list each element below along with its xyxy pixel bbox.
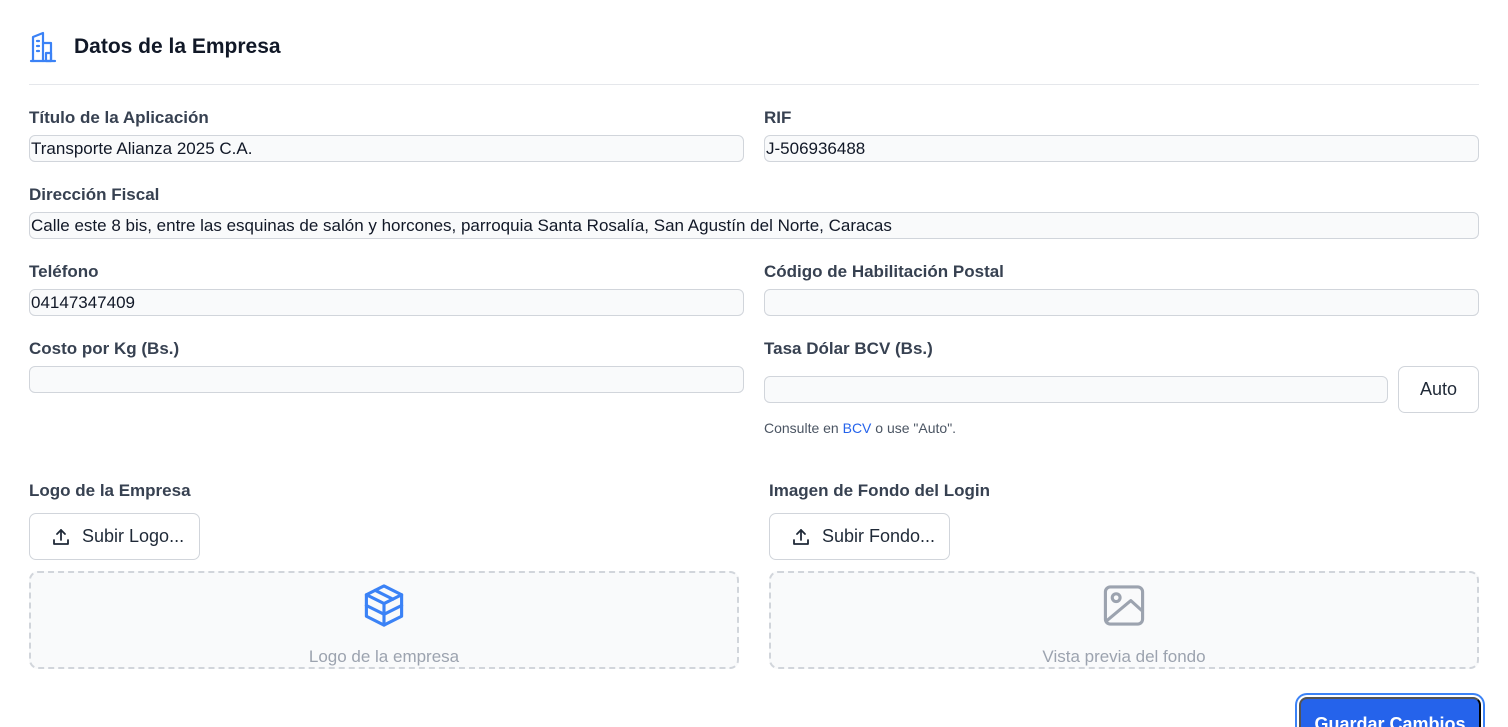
bcv-link[interactable]: BCV — [843, 420, 872, 436]
bcv-help-text: Consulte en BCV o use "Auto". — [764, 420, 956, 436]
cost-per-kg-label: Costo por Kg (Bs.) — [29, 339, 180, 358]
postal-code-input[interactable] — [764, 289, 1479, 316]
image-icon — [1103, 585, 1145, 626]
background-label: Imagen de Fondo del Login — [769, 481, 990, 500]
building-icon — [29, 31, 57, 63]
bcv-rate-input[interactable] — [764, 376, 1388, 403]
phone-label: Teléfono — [29, 262, 99, 281]
logo-preview[interactable]: Logo de la empresa — [29, 571, 739, 669]
address-input[interactable]: Calle este 8 bis, entre las esquinas de … — [29, 212, 1479, 239]
upload-logo-label: Subir Logo... — [82, 526, 185, 546]
box-icon — [364, 584, 404, 627]
upload-icon — [53, 528, 69, 545]
cost-per-kg-input[interactable] — [29, 366, 744, 393]
postal-code-label: Código de Habilitación Postal — [764, 262, 1004, 281]
upload-icon — [793, 528, 809, 545]
auto-rate-button[interactable]: Auto — [1398, 366, 1479, 413]
save-changes-button[interactable]: Guardar Cambios — [1299, 697, 1481, 727]
logo-preview-text: Logo de la empresa — [308, 647, 460, 666]
phone-input[interactable]: 04147347409 — [29, 289, 744, 316]
help-suffix: o use "Auto". — [871, 420, 957, 436]
background-preview[interactable]: Vista previa del fondo — [769, 571, 1479, 669]
upload-logo-button[interactable]: Subir Logo... — [29, 513, 200, 560]
rif-input[interactable]: J-506936488 — [764, 135, 1479, 162]
background-preview-text: Vista previa del fondo — [1042, 647, 1206, 666]
company-data-card: Datos de la Empresa Título de la Aplicac… — [0, 0, 1508, 727]
logo-label: Logo de la Empresa — [29, 481, 191, 500]
divider — [29, 84, 1479, 85]
upload-background-button[interactable]: Subir Fondo... — [769, 513, 950, 560]
app-title-input[interactable]: Transporte Alianza 2025 C.A. — [29, 135, 744, 162]
section-header: Datos de la Empresa — [29, 30, 281, 64]
rif-label: RIF — [764, 108, 792, 127]
section-title: Datos de la Empresa — [74, 35, 281, 58]
help-prefix: Consulte en — [764, 420, 843, 436]
app-title-label: Título de la Aplicación — [29, 108, 209, 127]
upload-background-label: Subir Fondo... — [822, 526, 936, 546]
bcv-rate-label: Tasa Dólar BCV (Bs.) — [764, 339, 933, 358]
address-label: Dirección Fiscal — [29, 185, 160, 204]
